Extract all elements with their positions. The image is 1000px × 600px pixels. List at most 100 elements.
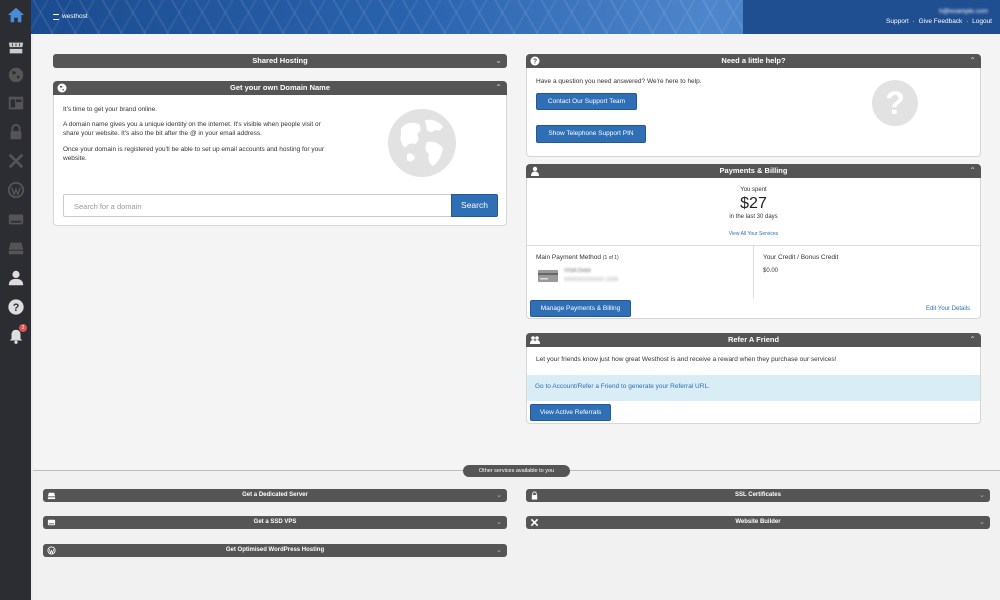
user-icon — [8, 270, 23, 285]
globe-icon — [8, 67, 23, 82]
logo[interactable]: westhost — [53, 13, 88, 20]
referral-link[interactable]: Go to Account/Refer a Friend to generate… — [535, 383, 710, 390]
sidebar-item-hosting[interactable] — [0, 33, 31, 62]
link-separator: · — [912, 18, 915, 25]
sidebar-item-notifications[interactable]: 2 — [0, 321, 31, 350]
refer-panel-header[interactable]: Refer A Friend ⌃ — [526, 333, 981, 347]
sidebar-item-domains[interactable] — [0, 60, 31, 89]
manage-payments-button[interactable]: Manage Payments & Billing — [530, 300, 631, 317]
wordpress-icon — [47, 546, 56, 555]
user-icon — [531, 166, 539, 176]
billing-panel-header[interactable]: Payments & Billing ⌃ — [526, 164, 981, 178]
header-pattern — [31, 0, 743, 34]
notification-badge: 2 — [19, 324, 27, 332]
spent-period: in the last 30 days — [729, 214, 778, 220]
svg-text:?: ? — [533, 59, 537, 66]
shared-hosting-header[interactable]: Shared Hosting ⌄ — [53, 54, 507, 68]
home-icon — [7, 7, 24, 22]
chevron-up-icon: ⌃ — [969, 335, 976, 344]
sidebar-item-wordpress[interactable] — [0, 175, 31, 204]
service-label: SSL Certificates — [735, 492, 781, 498]
support-link[interactable]: Support — [886, 18, 909, 25]
link-separator: · — [966, 18, 969, 25]
service-label: Website Builder — [735, 519, 781, 525]
service-ssd-vps[interactable]: Get a SSD VPS ⌄ — [43, 516, 507, 529]
drive-icon — [8, 214, 23, 224]
svg-text:?: ? — [885, 85, 905, 121]
chevron-up-icon: ⌃ — [969, 56, 976, 65]
logo-mark-icon — [53, 13, 59, 20]
billing-panel-title: Payments & Billing — [719, 166, 788, 175]
chevron-down-icon: ⌄ — [979, 519, 985, 526]
sidebar-item-account[interactable] — [0, 263, 31, 292]
spent-amount: $27 — [740, 195, 767, 212]
payment-method-count: (1 of 1) — [602, 255, 619, 261]
chevron-down-icon: ⌄ — [496, 492, 502, 499]
domain-para-2: Once your domain is registered you'll be… — [63, 146, 325, 162]
service-ssl[interactable]: SSL Certificates ⌄ — [526, 489, 990, 502]
domain-panel-title: Get your own Domain Name — [229, 83, 331, 92]
shared-hosting-title: Shared Hosting — [252, 56, 308, 65]
user-links: Support · Give Feedback · Logout — [884, 18, 992, 25]
referral-info-box: Go to Account/Refer a Friend to generate… — [527, 375, 980, 401]
logout-link[interactable]: Logout — [972, 18, 992, 25]
sidebar-item-website[interactable] — [0, 88, 31, 117]
domain-search-placeholder: Search for a domain — [74, 202, 142, 211]
view-all-services-link[interactable]: View All Your Services — [527, 230, 980, 239]
card-name: VISA Debit — [564, 268, 591, 274]
card-details: XXXXXXXXXXXX 12/24 — [564, 277, 618, 283]
contact-support-button[interactable]: Contact Our Support Team — [536, 93, 637, 110]
chevron-down-icon: ⌄ — [496, 547, 502, 554]
top-bar: westhost h@example.com Support · Give Fe… — [31, 0, 1000, 34]
question-icon: ? — [7, 298, 24, 315]
question-icon: ? — [530, 56, 540, 66]
main-payment-label: Main Payment Method (1 of 1) — [536, 253, 619, 263]
edit-details-link[interactable]: Edit Your Details — [887, 305, 970, 314]
users-icon — [530, 336, 540, 344]
wordpress-icon — [7, 181, 24, 198]
sidebar-item-help[interactable]: ? — [0, 292, 31, 321]
feedback-link[interactable]: Give Feedback — [919, 18, 963, 25]
refer-panel: Refer A Friend ⌃ Let your friends know j… — [526, 333, 981, 424]
refer-text: Let your friends know just how great Wes… — [536, 356, 837, 363]
server-rack-icon — [8, 42, 23, 53]
domain-para-1: A domain name gives you a unique identit… — [63, 121, 321, 137]
service-dedicated-server[interactable]: Get a Dedicated Server ⌄ — [43, 489, 507, 502]
help-panel-header[interactable]: ? Need a little help? ⌃ — [526, 54, 981, 68]
sidebar-item-security[interactable] — [0, 117, 31, 146]
domain-search-button[interactable]: Search — [451, 194, 498, 217]
user-box: h@example.com Support · Give Feedback · … — [743, 0, 1000, 34]
view-referrals-button[interactable]: View Active Referrals — [530, 404, 611, 421]
chevron-down-icon: ⌄ — [979, 492, 985, 499]
lock-icon — [531, 491, 538, 500]
globe-icon — [57, 83, 67, 93]
sidebar-item-tools[interactable] — [0, 146, 31, 175]
billing-panel: Payments & Billing ⌃ You spent $27 in th… — [526, 164, 981, 319]
svg-text:?: ? — [12, 302, 19, 314]
service-website-builder[interactable]: Website Builder ⌄ — [526, 516, 990, 529]
logo-text: westhost — [62, 13, 88, 20]
refer-panel-title: Refer A Friend — [727, 335, 780, 344]
question-illustration-icon: ? — [872, 80, 918, 126]
credit-value: $0.00 — [763, 268, 779, 274]
telephone-pin-button[interactable]: Show Telephone Support PIN — [536, 125, 646, 143]
chevron-up-icon: ⌃ — [969, 166, 976, 175]
domain-panel-header[interactable]: Get your own Domain Name ⌃ — [53, 81, 507, 95]
service-label: Get a Dedicated Server — [242, 492, 308, 498]
help-panel: ? Need a little help? ⌃ Have a question … — [526, 54, 981, 157]
other-services-section: Other services available to you Get a De… — [33, 465, 1000, 600]
other-services-label: Other services available to you — [463, 465, 570, 477]
tools-icon — [530, 518, 539, 527]
sidebar-item-dedicated[interactable] — [0, 233, 31, 262]
credit-label: Your Credit / Bonus Credit — [763, 254, 839, 261]
sidebar-item-home[interactable] — [0, 0, 31, 29]
sidebar: ? 2 — [0, 0, 31, 600]
you-spent-label: You spent — [740, 187, 767, 193]
chevron-down-icon: ⌄ — [495, 56, 502, 65]
billing-vertical-divider — [753, 245, 754, 298]
sidebar-item-vps[interactable] — [0, 204, 31, 233]
chevron-up-icon: ⌃ — [495, 83, 502, 92]
domain-search-input[interactable]: Search for a domain — [63, 194, 452, 217]
service-wordpress-hosting[interactable]: Get Optimised WordPress Hosting ⌄ — [43, 544, 507, 557]
help-panel-title: Need a little help? — [721, 56, 786, 65]
